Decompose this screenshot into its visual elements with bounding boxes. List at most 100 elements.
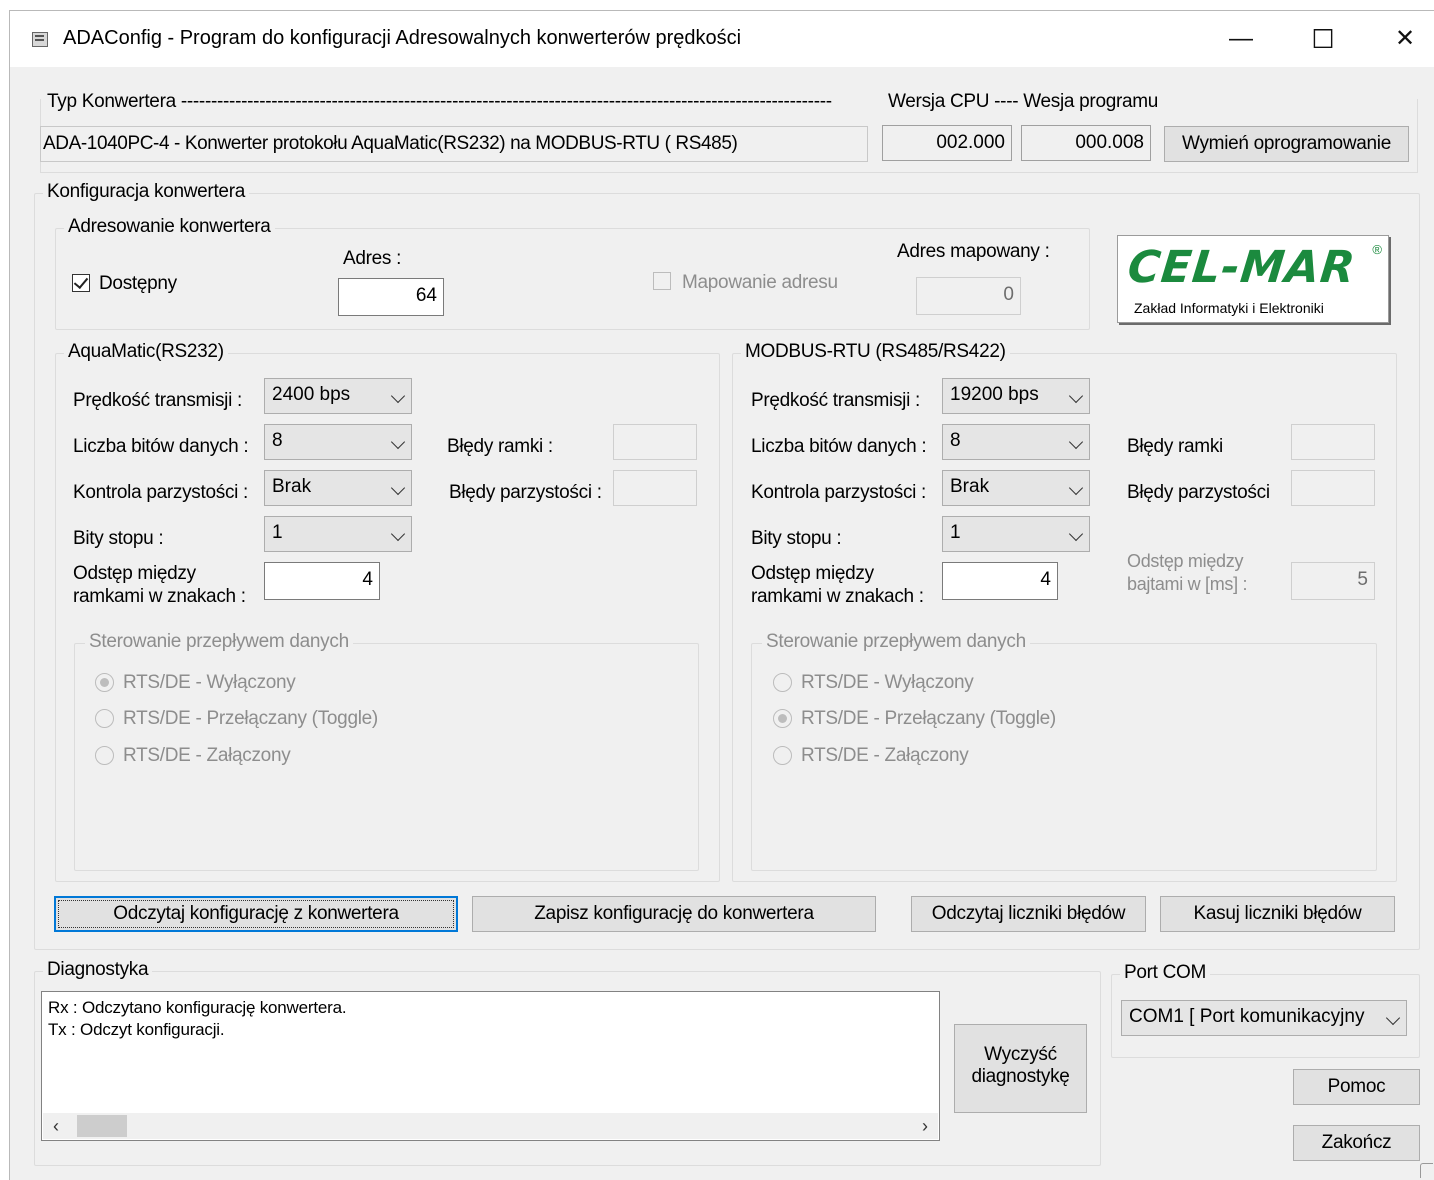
update-firmware-button[interactable]: Wymień oprogramowanie xyxy=(1164,126,1409,162)
aqua-flow-legend: Sterowanie przepływem danych xyxy=(85,631,353,653)
scrollbar-thumb[interactable] xyxy=(77,1115,127,1137)
checkmark-icon xyxy=(73,273,89,290)
logo-subtitle: Zakład Informatyki i Elektroniki xyxy=(1134,300,1324,316)
horizontal-scrollbar[interactable]: ‹ › xyxy=(43,1113,938,1139)
converter-config-legend: Konfiguracja konwertera xyxy=(43,181,249,203)
clear-errors-button[interactable]: Kasuj liczniki błędów xyxy=(1160,896,1395,932)
aqua-gap-label-1: Odstęp między xyxy=(73,563,196,584)
aqua-flow-on-radio[interactable] xyxy=(95,746,114,765)
modbus-stop-select[interactable]: 1 xyxy=(942,516,1090,552)
modbus-parity-errors-label: Błędy parzystości xyxy=(1127,482,1270,503)
modbus-byte-gap-label-2: bajtami w [ms] : xyxy=(1127,574,1248,594)
com-port-select[interactable]: COM1 [ Port komunikacyjny xyxy=(1121,1000,1407,1036)
aqua-parity-errors-label: Błędy parzystości : xyxy=(449,482,602,503)
aqua-gap-input[interactable]: 4 xyxy=(264,562,380,600)
aqua-flow-toggle-label: RTS/DE - Przełączany (Toggle) xyxy=(123,708,378,729)
modbus-byte-gap-field: 5 xyxy=(1291,562,1375,600)
aqua-flow-on-label: RTS/DE - Załączony xyxy=(123,745,291,766)
diagnostics-lines: Rx : Odczytano konfigurację konwertera. T… xyxy=(48,997,347,1041)
diagnostics-legend: Diagnostyka xyxy=(43,959,153,981)
modbus-speed-value: 19200 bps xyxy=(950,384,1039,405)
maximize-button[interactable]: ☐ xyxy=(1300,21,1346,57)
clear-diagnostics-label-2: diagnostykę xyxy=(971,1066,1070,1087)
read-errors-button[interactable]: Odczytaj liczniki błędów xyxy=(911,896,1146,932)
com-port-legend: Port COM xyxy=(1120,962,1211,984)
read-config-button[interactable]: Odczytaj konfigurację z konwertera xyxy=(54,896,458,932)
modbus-flow-toggle-radio[interactable] xyxy=(773,709,792,728)
window-title: ADAConfig - Program do konfiguracji Adre… xyxy=(63,27,742,49)
aqua-bits-value: 8 xyxy=(272,430,283,451)
aqua-speed-value: 2400 bps xyxy=(272,384,351,405)
aqua-speed-select[interactable]: 2400 bps xyxy=(264,378,412,414)
aqua-flow-off-radio[interactable] xyxy=(95,673,114,692)
chevron-down-icon xyxy=(390,434,406,450)
modbus-bits-value: 8 xyxy=(950,430,961,451)
registered-icon: ® xyxy=(1372,242,1382,257)
modbus-flow-off-radio[interactable] xyxy=(773,673,792,692)
modbus-speed-label: Prędkość transmisji : xyxy=(751,390,920,411)
chevron-down-icon xyxy=(1068,480,1084,496)
modbus-frame-errors-label: Błędy ramki xyxy=(1127,436,1223,457)
aqua-bits-select[interactable]: 8 xyxy=(264,424,412,460)
aqua-parity-select[interactable]: Brak xyxy=(264,470,412,506)
aqua-parity-value: Brak xyxy=(272,476,312,497)
aqua-stop-select[interactable]: 1 xyxy=(264,516,412,552)
chevron-down-icon xyxy=(1068,526,1084,542)
modbus-flow-legend: Sterowanie przepływem danych xyxy=(762,631,1030,653)
aqua-stop-label: Bity stopu : xyxy=(73,528,164,549)
modbus-stop-label: Bity stopu : xyxy=(751,528,842,549)
logo-brand: CEL-MAR xyxy=(1125,242,1359,293)
exit-button[interactable]: Zakończ xyxy=(1293,1125,1420,1161)
help-button[interactable]: Pomoc xyxy=(1293,1069,1420,1105)
chevron-down-icon xyxy=(1068,434,1084,450)
clear-diagnostics-label-1: Wyczyść xyxy=(984,1044,1057,1065)
address-mapping-label: Mapowanie adresu xyxy=(682,272,838,293)
converter-type-field: ADA-1040PC-4 - Konwerter protokołu AquaM… xyxy=(40,126,868,162)
aqua-bits-label: Liczba bitów danych : xyxy=(73,436,249,457)
aqua-flow-toggle-radio[interactable] xyxy=(95,709,114,728)
diagnostics-log[interactable]: Rx : Odczytano konfigurację konwertera. T… xyxy=(41,991,940,1141)
resize-grip-icon[interactable] xyxy=(1420,1163,1433,1178)
write-config-button[interactable]: Zapisz konfigurację do konwertera xyxy=(472,896,876,932)
available-label: Dostępny xyxy=(99,273,177,294)
available-checkbox[interactable] xyxy=(72,273,90,292)
modbus-flow-on-radio[interactable] xyxy=(773,746,792,765)
clear-diagnostics-button[interactable]: Wyczyść diagnostykę xyxy=(954,1024,1087,1113)
modbus-parity-select[interactable]: Brak xyxy=(942,470,1090,506)
main-window: ADAConfig - Program do konfiguracji Adre… xyxy=(9,10,1434,1180)
modbus-parity-label: Kontrola parzystości : xyxy=(751,482,927,503)
address-input[interactable]: 64 xyxy=(338,278,444,316)
minimize-button[interactable]: — xyxy=(1218,21,1264,57)
chevron-down-icon xyxy=(1385,1010,1401,1026)
modbus-gap-label-2: ramkami w znakach : xyxy=(751,586,924,607)
modbus-gap-input[interactable]: 4 xyxy=(942,562,1058,600)
aqua-frame-errors-field xyxy=(613,424,697,460)
app-icon[interactable] xyxy=(32,32,48,47)
modbus-frame-errors-field xyxy=(1291,424,1375,460)
address-label: Adres : xyxy=(343,248,402,269)
aqua-flow-off-label: RTS/DE - Wyłączony xyxy=(123,672,296,693)
address-mapping-checkbox[interactable] xyxy=(653,272,671,290)
scroll-right-icon[interactable]: › xyxy=(922,1116,928,1137)
celmar-logo: CEL-MAR ® Zakład Informatyki i Elektroni… xyxy=(1117,235,1389,323)
program-version-field: 000.008 xyxy=(1021,125,1151,161)
modbus-speed-select[interactable]: 19200 bps xyxy=(942,378,1090,414)
addressing-legend: Adresowanie konwertera xyxy=(64,216,275,238)
mapped-address-input[interactable]: 0 xyxy=(916,277,1021,315)
scroll-left-icon[interactable]: ‹ xyxy=(53,1116,59,1137)
aqua-parity-errors-field xyxy=(613,470,697,506)
modbus-flow-toggle-label: RTS/DE - Przełączany (Toggle) xyxy=(801,708,1056,729)
modbus-gap-label-1: Odstęp między xyxy=(751,563,874,584)
aqua-gap-label-2: ramkami w znakach : xyxy=(73,586,246,607)
modbus-bits-label: Liczba bitów danych : xyxy=(751,436,927,457)
aqua-frame-errors-label: Błędy ramki : xyxy=(447,436,553,457)
modbus-byte-gap-label-1: Odstęp między xyxy=(1127,551,1244,571)
aqua-speed-label: Prędkość transmisji : xyxy=(73,390,242,411)
diagnostics-line: Tx : Odczyt konfiguracji. xyxy=(48,1020,225,1039)
mapped-address-label: Adres mapowany : xyxy=(897,241,1050,262)
modbus-parity-value: Brak xyxy=(950,476,990,497)
chevron-down-icon xyxy=(390,526,406,542)
modbus-bits-select[interactable]: 8 xyxy=(942,424,1090,460)
close-button[interactable]: ✕ xyxy=(1382,21,1428,57)
modbus-flow-on-label: RTS/DE - Załączony xyxy=(801,745,969,766)
